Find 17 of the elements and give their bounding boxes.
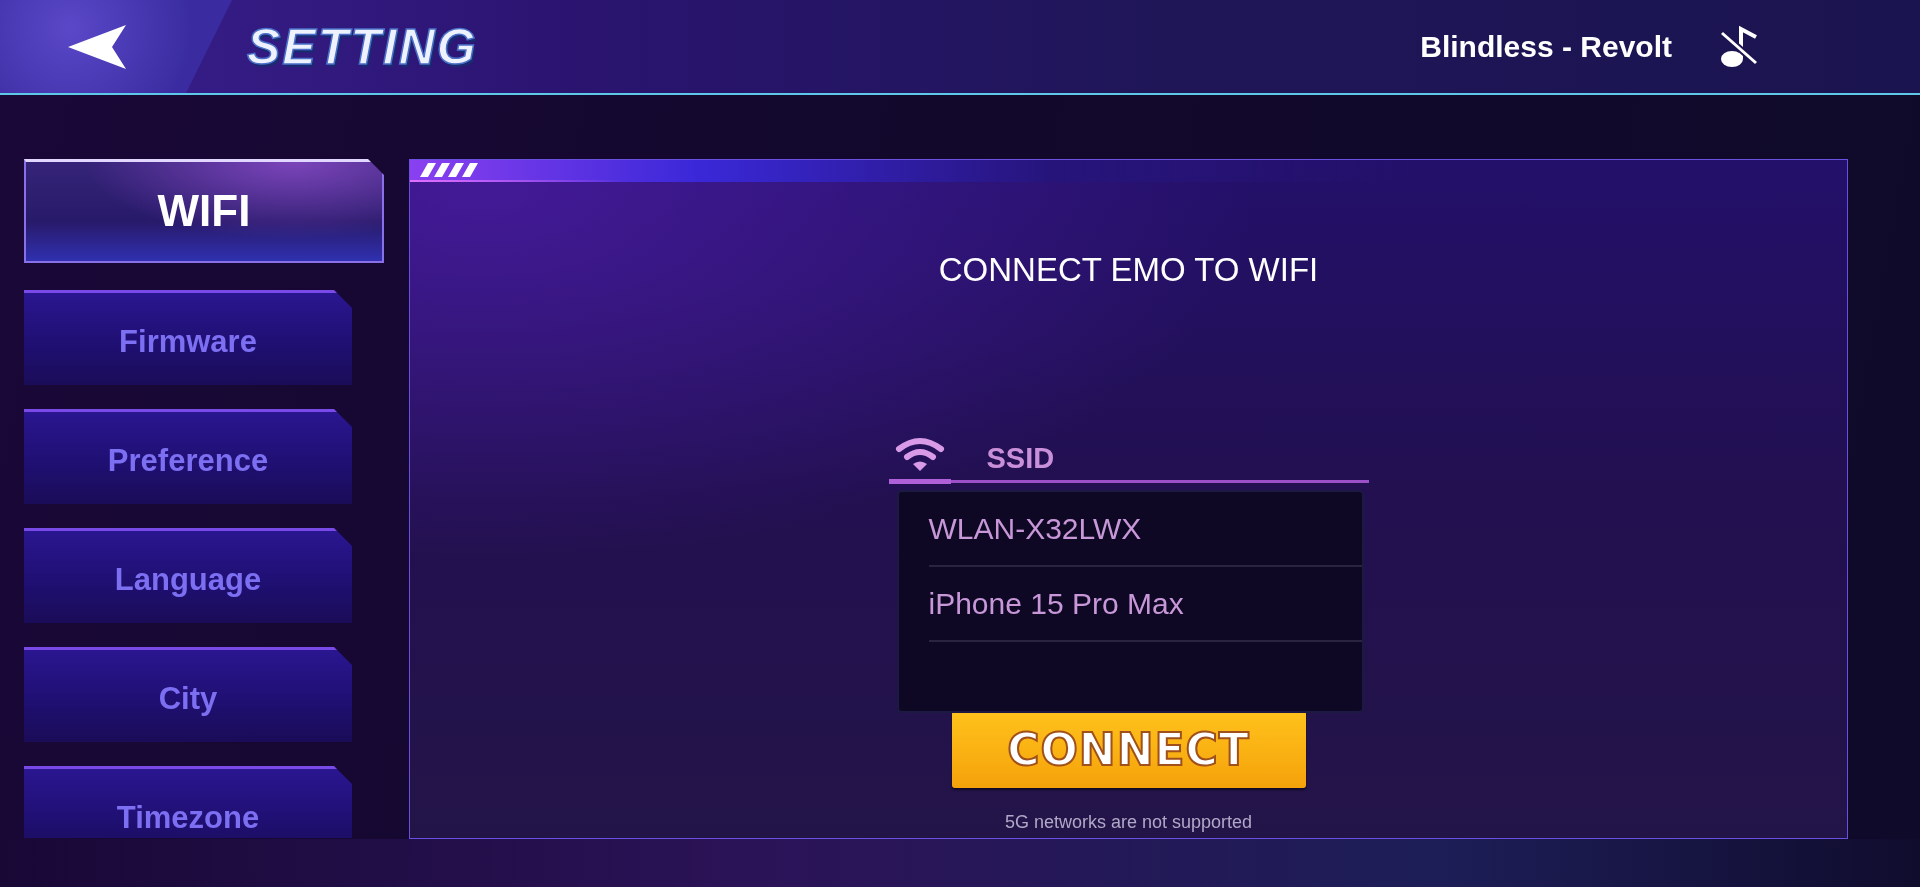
now-playing-title: Blindless - Revolt: [1420, 29, 1672, 64]
panel-title: CONNECT EMO TO WIFI: [938, 250, 1319, 290]
sidebar-tab[interactable]: Timezone: [24, 766, 352, 838]
arrow-icon: [66, 22, 128, 71]
sidebar-tab[interactable]: Firmware: [24, 290, 352, 385]
back-button[interactable]: [0, 0, 232, 93]
sidebar-tab[interactable]: Language: [24, 528, 352, 623]
network-option[interactable]: iPhone 15 Pro Max: [928, 567, 1362, 642]
sidebar-tab[interactable]: WIFI: [24, 159, 384, 263]
sidebar-tab[interactable]: City: [24, 647, 352, 742]
stripes-icon: [420, 163, 480, 177]
note-text: 5G networks are not supported: [1004, 811, 1253, 834]
wifi-icon: [894, 437, 945, 473]
network-option[interactable]: WLAN-X32LWX: [928, 492, 1362, 567]
ssid-field[interactable]: SSID: [986, 436, 1369, 480]
sidebar-tab[interactable]: Preference: [24, 409, 352, 504]
page-title: SETTING: [247, 17, 478, 76]
